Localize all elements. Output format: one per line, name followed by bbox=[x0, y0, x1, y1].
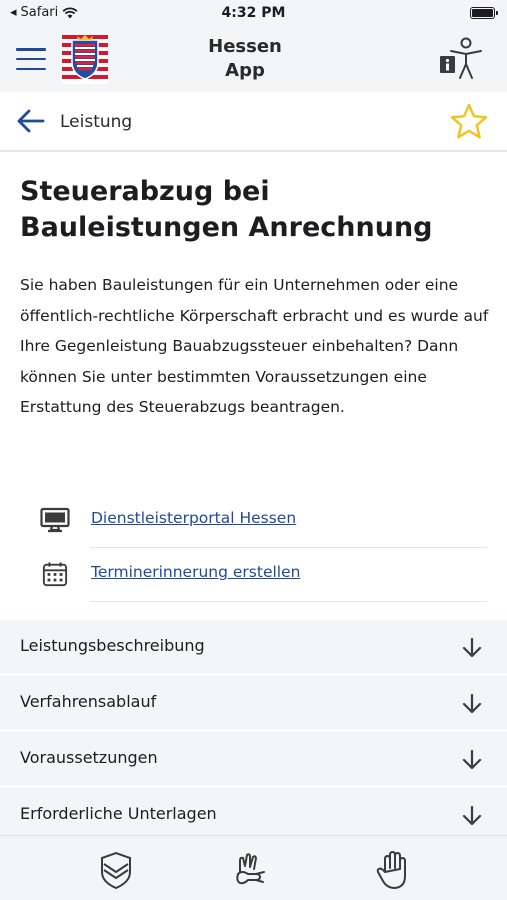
arrow-down-icon bbox=[462, 805, 482, 826]
app-title-line2: App bbox=[225, 60, 265, 81]
arrow-down-icon bbox=[462, 749, 482, 770]
page-description: Sie haben Bauleistungen für ein Unterneh… bbox=[20, 276, 489, 416]
accordion-label: Leistungsbeschreibung bbox=[20, 636, 205, 655]
app-title: Hessen App bbox=[180, 35, 310, 83]
favorite-star-icon[interactable] bbox=[449, 102, 489, 142]
accordion-leistungsbeschreibung[interactable]: Leistungsbeschreibung bbox=[0, 620, 507, 675]
nav-title: Leistung bbox=[60, 112, 133, 132]
calendar-icon bbox=[42, 562, 68, 587]
hamburger-menu-icon[interactable] bbox=[16, 48, 46, 70]
back-arrow-icon[interactable] bbox=[16, 108, 46, 134]
link-divider bbox=[90, 601, 487, 602]
sign-language-icon[interactable] bbox=[230, 850, 270, 890]
tab-bar bbox=[0, 835, 507, 900]
link-terminerinnerung[interactable]: Terminerinnerung erstellen bbox=[91, 563, 300, 581]
battery-icon bbox=[470, 7, 498, 19]
link-row-terminerinnerung[interactable]: Terminerinnerung erstellen bbox=[40, 547, 487, 601]
status-bar: ◂ Safari 4:32 PM bbox=[0, 0, 507, 28]
accordion-label: Voraussetzungen bbox=[20, 748, 158, 767]
arrow-down-icon bbox=[462, 693, 482, 714]
app-header: Hessen App bbox=[0, 28, 507, 92]
nav-bar: Leistung bbox=[0, 92, 507, 152]
arrow-down-icon bbox=[462, 637, 482, 658]
accordion-voraussetzungen[interactable]: Voraussetzungen bbox=[0, 732, 507, 787]
app-title-line1: Hessen bbox=[208, 36, 282, 57]
hessen-crest-logo bbox=[62, 34, 108, 84]
link-dienstleisterportal[interactable]: Dienstleisterportal Hessen bbox=[91, 509, 296, 527]
accessibility-info-icon[interactable] bbox=[439, 36, 483, 82]
page-title: Steuerabzug bei Bauleistungen Anrechnung bbox=[20, 176, 433, 243]
accordion-label: Erforderliche Unterlagen bbox=[20, 804, 217, 823]
monitor-icon bbox=[40, 507, 70, 533]
accordion-label: Verfahrensablauf bbox=[20, 692, 157, 711]
accordion-verfahrensablauf[interactable]: Verfahrensablauf bbox=[0, 676, 507, 731]
link-row-dienstleisterportal[interactable]: Dienstleisterportal Hessen bbox=[40, 493, 487, 547]
hessen-shield-icon[interactable] bbox=[96, 850, 136, 890]
hand-icon[interactable] bbox=[373, 850, 413, 890]
status-time: 4:32 PM bbox=[221, 5, 286, 21]
